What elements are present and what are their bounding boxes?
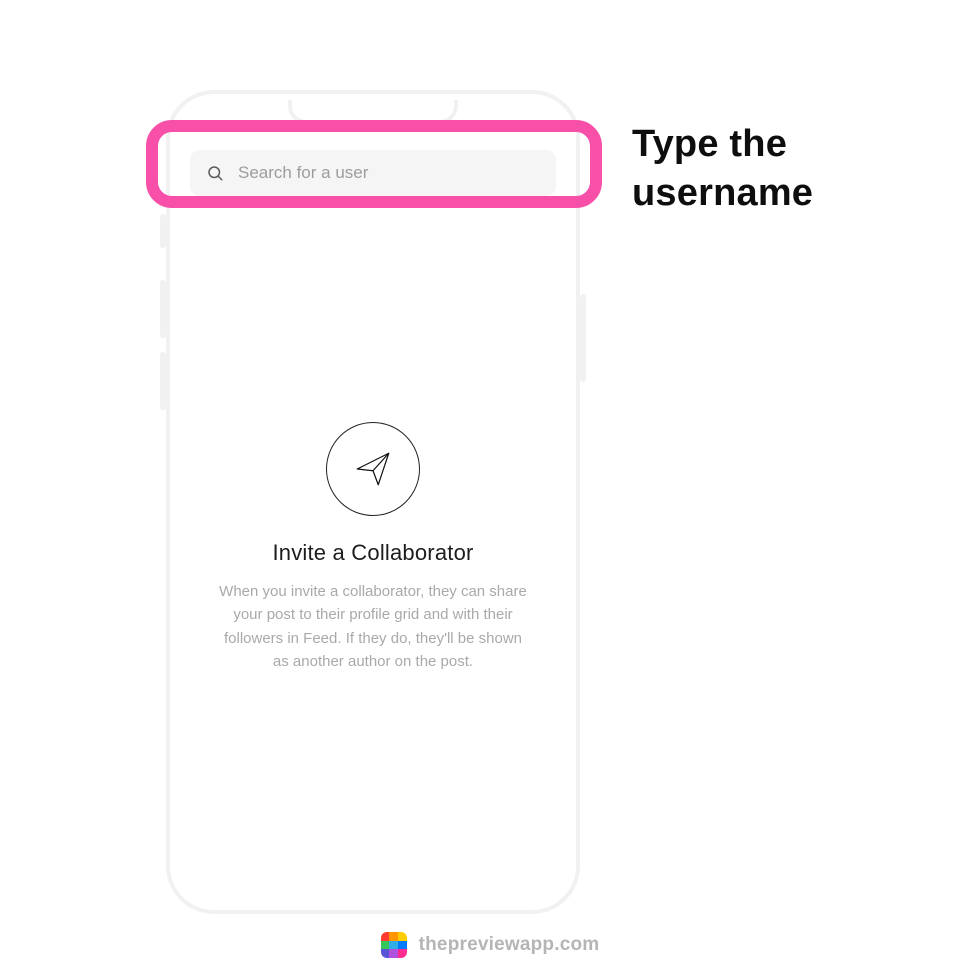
empty-state: Invite a Collaborator When you invite a … <box>170 422 576 673</box>
send-icon <box>326 422 420 516</box>
invite-title: Invite a Collaborator <box>272 540 473 566</box>
phone-volume-up <box>160 280 166 338</box>
previewapp-logo-icon <box>381 932 407 958</box>
phone-silence-switch <box>160 214 166 248</box>
instruction-text: Type theusername <box>632 120 813 217</box>
search-input[interactable] <box>236 162 542 184</box>
search-bar[interactable] <box>190 150 556 196</box>
invite-description: When you invite a collaborator, they can… <box>214 580 532 673</box>
search-icon <box>206 164 224 182</box>
phone-mockup: Invite a Collaborator When you invite a … <box>166 90 580 914</box>
phone-notch <box>288 100 458 124</box>
footer-url: thepreviewapp.com <box>419 934 600 956</box>
footer: thepreviewapp.com <box>0 932 980 958</box>
phone-volume-down <box>160 352 166 410</box>
phone-power-button <box>580 294 586 382</box>
